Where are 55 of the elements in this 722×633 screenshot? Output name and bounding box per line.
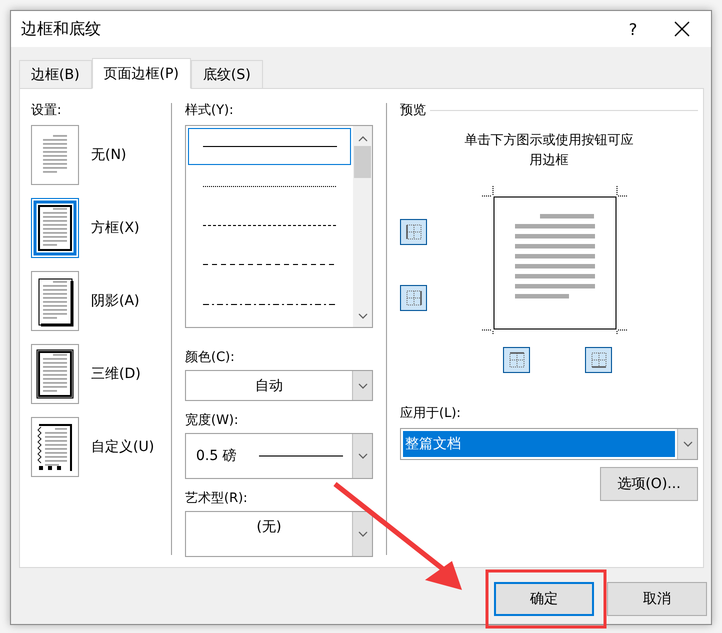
line-sample-icon [258, 455, 343, 457]
close-icon[interactable] [673, 20, 691, 38]
art-dropdown[interactable]: (无) [185, 511, 373, 557]
style-list[interactable] [185, 125, 373, 328]
tab[interactable]: 边框(B) [19, 60, 92, 89]
width-dropdown[interactable]: 0.5 磅 [185, 433, 373, 479]
setting-label[interactable]: 自定义(U) [91, 438, 154, 456]
page-setting-icon [33, 200, 77, 256]
caret-icon [358, 531, 368, 537]
setting-label[interactable]: 阴影(A) [91, 292, 140, 310]
setting-option[interactable] [31, 417, 79, 477]
color-dropdown[interactable]: 自动 [185, 370, 373, 401]
setting-label[interactable]: 方框(X) [91, 219, 140, 237]
border-toggle-button[interactable] [400, 219, 427, 245]
color-label: 颜色(C): [185, 349, 236, 366]
caret-icon [358, 313, 368, 319]
line-style-icon [202, 302, 336, 306]
line-style-icon [202, 224, 336, 228]
border-edge-icon [590, 351, 608, 369]
line-style-icon [202, 263, 336, 266]
scroll-thumb[interactable] [354, 146, 371, 178]
art-label: 艺术型(R): [185, 490, 249, 507]
setting-label[interactable]: 三维(D) [91, 365, 141, 383]
help-button[interactable]: ? [613, 20, 653, 38]
apply-to-dropdown[interactable]: 整篇文档 [400, 428, 698, 460]
caret-icon [358, 136, 368, 142]
cancel-button[interactable]: 取消 [607, 582, 707, 616]
border-toggle-button[interactable] [503, 347, 530, 373]
preview-label: 预览 [400, 102, 426, 119]
caret-icon [682, 441, 692, 447]
style-item[interactable] [188, 128, 351, 166]
setting-option[interactable] [31, 271, 79, 331]
width-label: 宽度(W): [185, 412, 240, 429]
apply-to-label: 应用于(L): [400, 405, 462, 422]
style-label: 样式(Y): [185, 102, 234, 119]
options-button[interactable]: 选项(O)... [600, 467, 698, 501]
scrollbar[interactable] [353, 126, 372, 327]
border-toggle-button[interactable] [400, 285, 427, 311]
preview-hint: 单击下方图示或使用按钮可应用边框 [464, 132, 634, 170]
settings-label: 设置: [31, 102, 62, 119]
border-edge-icon [404, 289, 422, 307]
caret-icon [358, 453, 368, 459]
setting-label[interactable]: 无(N) [91, 146, 126, 164]
line-style-icon [202, 184, 336, 188]
border-edge-icon [508, 351, 526, 369]
border-edge-icon [404, 223, 422, 241]
caret-icon [358, 382, 368, 388]
ok-button[interactable]: 确定 [494, 582, 594, 616]
setting-option[interactable] [31, 198, 79, 258]
window-title: 边框和底纹 [21, 18, 102, 40]
border-toggle-button[interactable] [585, 347, 612, 373]
tab[interactable]: 页面边框(P) [92, 58, 191, 89]
setting-option[interactable] [31, 344, 79, 404]
line-style-icon [202, 145, 336, 148]
tab[interactable]: 底纹(S) [190, 60, 263, 89]
